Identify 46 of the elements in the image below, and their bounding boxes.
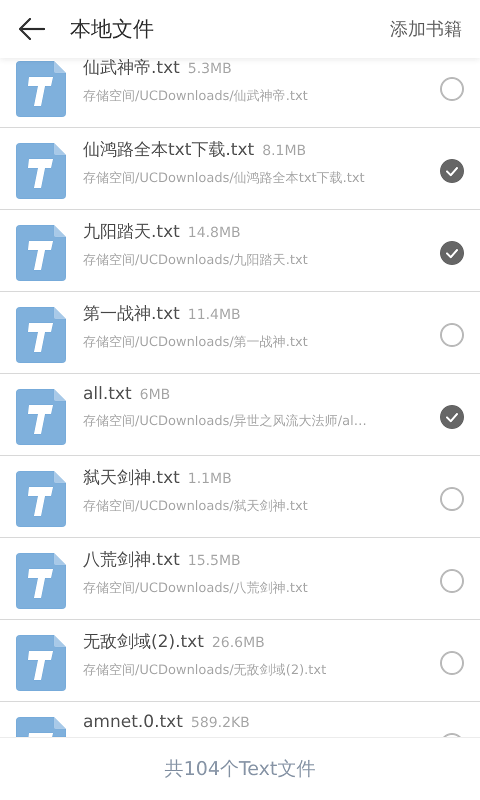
file-path: 存储空间/UCDownloads/仙武神帝.txt <box>83 88 309 105</box>
file-size: 1.1MB <box>188 471 232 487</box>
select-radio[interactable] <box>440 487 464 511</box>
text-file-icon <box>16 225 66 281</box>
select-radio[interactable] <box>440 159 464 183</box>
file-name: 九阳踏天.txt <box>83 221 180 243</box>
file-path: 存储空间/UCDownloads/八荒剑神.txt <box>83 580 309 597</box>
page-title: 本地文件 <box>70 16 154 43</box>
text-file-icon <box>16 471 66 527</box>
text-file-icon <box>16 307 66 363</box>
file-count: 共104个Text文件 <box>164 757 316 782</box>
file-name: 第一战神.txt <box>83 303 180 325</box>
text-file-icon <box>16 635 66 691</box>
text-file-icon <box>16 143 66 199</box>
file-size: 5.3MB <box>188 61 232 77</box>
file-path: 存储空间/UCDownloads/无敌剑域(2).txt <box>83 662 328 679</box>
file-size: 15.5MB <box>188 553 241 569</box>
file-path: 存储空间/UCDownloads/仙鸿路全本txt下载.txt <box>83 170 366 187</box>
file-name: 无敌剑域(2).txt <box>83 631 204 653</box>
file-name: amnet.0.txt <box>83 712 183 732</box>
file-name: 仙武神帝.txt <box>83 57 180 79</box>
file-path: 存储空间/UCDownloads/第一战神.txt <box>83 334 309 351</box>
select-radio[interactable] <box>440 651 464 675</box>
select-radio[interactable] <box>440 77 464 101</box>
file-path: 存储空间/UCDownloads/弑天剑神.txt <box>83 498 309 515</box>
file-name: 八荒剑神.txt <box>83 549 180 571</box>
text-file-icon <box>16 389 66 445</box>
file-size: 11.4MB <box>188 307 241 323</box>
text-file-icon <box>16 61 66 117</box>
select-radio[interactable] <box>440 323 464 347</box>
add-books-link[interactable]: 添加书籍 <box>390 17 462 41</box>
file-name: 弑天剑神.txt <box>83 467 180 489</box>
select-radio[interactable] <box>440 569 464 593</box>
text-file-icon <box>16 553 66 609</box>
file-name: all.txt <box>83 384 132 404</box>
file-size: 14.8MB <box>188 225 241 241</box>
file-size: 6MB <box>140 387 170 403</box>
file-size: 589.2KB <box>190 715 250 731</box>
file-path: 存储空间/UCDownloads/异世之风流大法师/al… <box>83 413 368 430</box>
file-size: 26.6MB <box>212 635 265 651</box>
file-name: 仙鸿路全本txt下载.txt <box>83 139 254 161</box>
select-radio[interactable] <box>440 241 464 265</box>
select-radio[interactable] <box>440 405 464 429</box>
file-path: 存储空间/UCDownloads/九阳踏天.txt <box>83 252 309 269</box>
back-arrow-icon[interactable] <box>18 17 46 41</box>
file-size: 8.1MB <box>262 143 306 159</box>
